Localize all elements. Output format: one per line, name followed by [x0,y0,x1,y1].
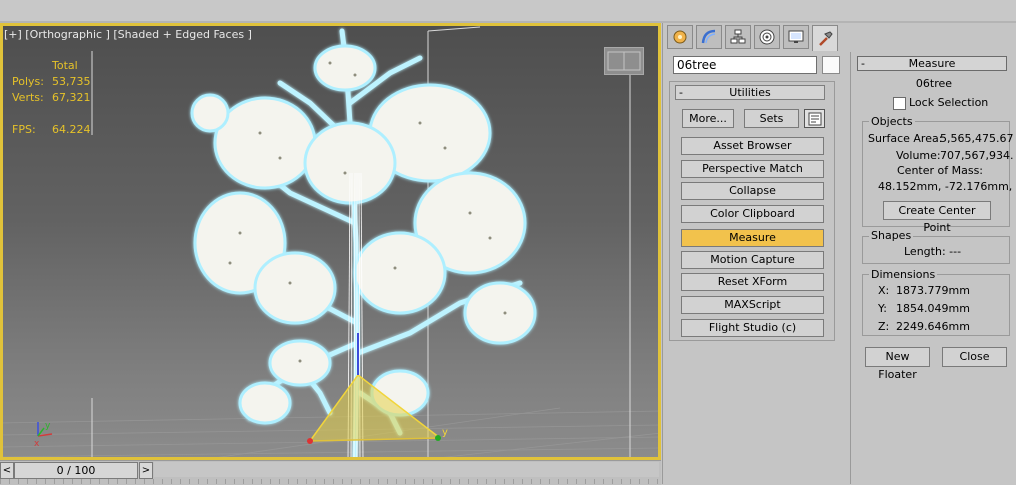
tree-foliage [190,44,537,425]
measure-rollout: - Measure 06tree Lock Selection Objects … [850,52,1016,484]
measure-button[interactable]: Measure [681,229,824,247]
utilities-tab-icon[interactable] [812,25,838,51]
dimension-z-label: Z: [878,320,890,333]
measured-object-name: 06tree [915,77,953,90]
verts-label: Verts: [12,91,44,104]
axis-y-label: y [45,421,51,431]
measure-rollout-header[interactable]: - Measure [857,56,1007,71]
time-prev-button[interactable]: < [0,462,14,479]
shapes-group-title: Shapes [869,229,914,242]
sets-button[interactable]: Sets [744,109,799,128]
display-tab-icon[interactable] [783,25,809,49]
surface-area-label: Surface Area: [868,132,943,145]
close-button[interactable]: Close [942,347,1007,367]
axis-x-label: x [34,439,40,448]
dimension-x-value: 1873.779mm [896,284,970,297]
motion-tab-icon[interactable] [754,25,780,49]
center-of-mass-label: Center of Mass: [897,164,984,177]
dimensions-group-title: Dimensions [869,268,938,281]
fps-value: 64.224 [52,123,91,136]
viewport-label[interactable]: [+] [Orthographic ] [Shaded + Edged Face… [4,28,252,41]
viewport-statistics: Total Polys: 53,735 Verts: 67,321 FPS: 64.2… [12,58,102,138]
polys-value: 53,735 [52,75,91,88]
objects-group-title: Objects [869,115,915,128]
more-button[interactable]: More... [682,109,734,128]
new-floater-button[interactable]: New Floater [865,347,930,381]
object-name-field[interactable]: 06tree [673,56,817,74]
collapse-icon: - [679,86,683,99]
utilities-rollout-header[interactable]: - Utilities [675,85,825,100]
asset-browser-button[interactable]: Asset Browser [681,137,824,155]
timeline-track[interactable] [154,462,659,477]
volume-value: 707,567,934. [940,149,1014,162]
dimension-z-value: 2249.646mm [896,320,970,333]
viewcube-icon[interactable] [604,47,644,75]
timeline-ticks [0,479,661,484]
lock-selection-label: Lock Selection [909,96,989,109]
perspective-match-button[interactable]: Perspective Match [681,160,824,178]
shape-length: Length: --- [904,245,962,258]
configure-sets-icon[interactable] [804,109,825,128]
collapse-icon: - [861,57,865,70]
dimension-x-label: X: [878,284,890,297]
fps-label: FPS: [12,123,36,136]
collapse-button[interactable]: Collapse [681,182,824,200]
volume-label: Volume: [896,149,941,162]
hierarchy-tab-icon[interactable] [725,25,751,49]
time-next-button[interactable]: > [139,462,153,479]
polys-label: Polys: [12,75,44,88]
motion-capture-button[interactable]: Motion Capture [681,251,824,269]
verts-value: 67,321 [52,91,91,104]
color-clipboard-button[interactable]: Color Clipboard [681,205,824,223]
axis-tripod-icon: x y [34,421,53,448]
center-of-mass-value: 48.152mm, -72.176mm, [878,180,1013,193]
dimension-y-value: 1854.049mm [896,302,970,315]
utilities-title: Utilities [729,86,771,99]
lock-selection-checkbox[interactable] [893,97,906,110]
create-center-point-button[interactable]: Create Center Point [883,201,991,234]
maxscript-button[interactable]: MAXScript [681,296,824,314]
object-color-swatch[interactable] [822,56,840,74]
command-panel-tabs [667,25,841,51]
create-tab-icon[interactable] [667,25,693,49]
flight-studio-button[interactable]: Flight Studio (c) [681,319,824,337]
time-slider[interactable]: 0 / 100 [14,462,138,479]
reset-xform-button[interactable]: Reset XForm [681,273,824,291]
command-panel: 06tree - Utilities More... Sets Asset Br… [662,23,847,484]
top-toolbar-strip [0,0,1016,23]
dimension-y-label: Y: [878,302,887,315]
svg-text:y: y [442,427,448,438]
time-slider-bar: < 0 / 100 > [0,460,661,485]
measure-title: Measure [908,57,956,70]
stats-header: Total [52,59,78,72]
orthographic-viewport[interactable]: y [+] [Orthographic ] [Shaded + Edged Fa… [0,23,661,460]
modify-tab-icon[interactable] [696,25,722,49]
surface-area-value: 5,565,475.67 [940,132,1014,145]
